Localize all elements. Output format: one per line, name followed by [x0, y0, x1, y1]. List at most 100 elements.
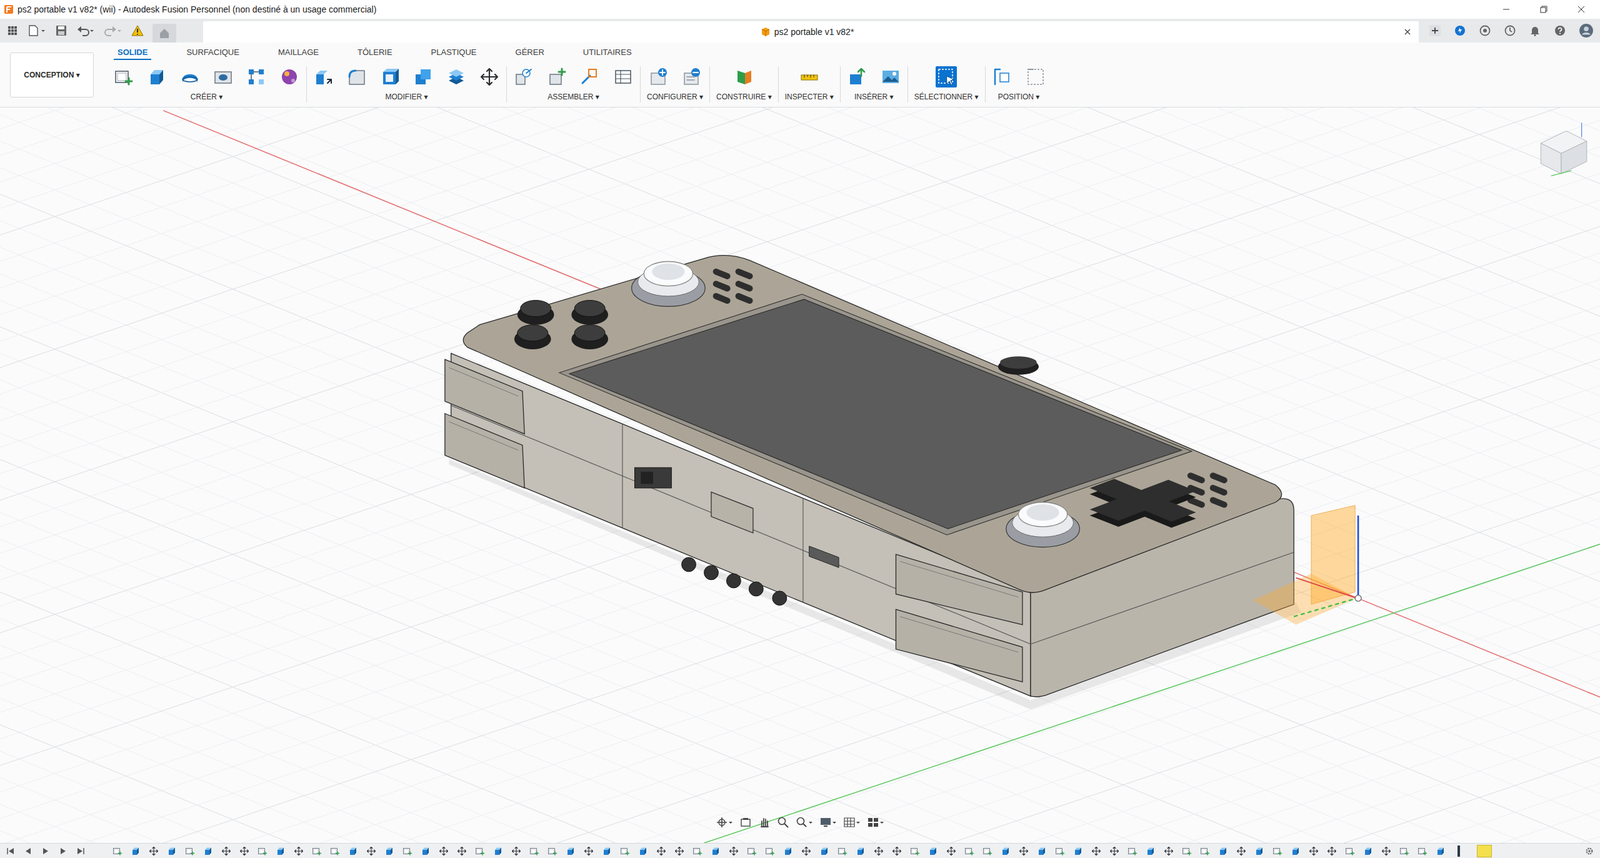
clock-icon[interactable] — [1503, 24, 1517, 37]
group-label[interactable]: INSPECTER ▾ — [785, 92, 834, 102]
extrude-feature-icon[interactable] — [1363, 846, 1374, 857]
move-feature-icon[interactable] — [873, 846, 884, 857]
tool-button[interactable] — [212, 66, 234, 88]
move-feature-icon[interactable] — [1308, 846, 1319, 857]
current-feature[interactable] — [1476, 845, 1492, 858]
tool-button[interactable] — [648, 66, 670, 88]
go-to-end-icon[interactable] — [76, 846, 85, 856]
fit-icon[interactable] — [795, 816, 814, 829]
restore-button[interactable] — [1525, 0, 1563, 19]
sketch-feature-icon[interactable] — [765, 846, 775, 857]
sketch-feature-icon[interactable] — [330, 846, 340, 857]
move-feature-icon[interactable] — [674, 846, 685, 857]
extrude-feature-icon[interactable] — [493, 846, 504, 857]
sketch-feature-icon[interactable] — [1181, 846, 1192, 857]
extrude-feature-icon[interactable] — [1073, 846, 1084, 857]
group-label[interactable]: ASSEMBLER ▾ — [547, 92, 600, 102]
sketch-feature-icon[interactable] — [1417, 846, 1428, 857]
timeline-settings-icon[interactable] — [1585, 846, 1594, 856]
console-model[interactable] — [445, 255, 1302, 710]
group-label[interactable]: MODIFIER ▾ — [385, 92, 428, 102]
group-label[interactable]: CONSTRUIRE ▾ — [716, 92, 772, 102]
origin-planes[interactable] — [1253, 505, 1362, 625]
move-feature-icon[interactable] — [1109, 846, 1120, 857]
sketch-feature-icon[interactable] — [964, 846, 975, 857]
redo-icon[interactable] — [103, 24, 123, 37]
sketch-feature-icon[interactable] — [529, 846, 540, 857]
look-at-icon[interactable] — [739, 816, 752, 829]
group-label[interactable]: SÉLECTIONNER ▾ — [914, 92, 979, 102]
menu-button[interactable] — [998, 356, 1039, 375]
sketch-feature-icon[interactable] — [692, 846, 703, 857]
move-feature-icon[interactable] — [1381, 846, 1392, 857]
sketch-feature-icon[interactable] — [746, 846, 757, 857]
face-button[interactable] — [514, 325, 552, 350]
sketch-feature-icon[interactable] — [982, 846, 993, 857]
job-status-icon[interactable] — [1478, 24, 1492, 37]
notifications-icon[interactable] — [1528, 24, 1542, 37]
model-canvas[interactable] — [0, 107, 1600, 844]
move-feature-icon[interactable] — [366, 846, 377, 857]
file-menu-icon[interactable] — [27, 24, 47, 37]
ribbon-tab[interactable]: PLASTIQUE — [427, 47, 481, 60]
workspace-dropdown[interactable]: CONCEPTION ▾ — [10, 52, 94, 98]
play-icon[interactable] — [41, 846, 50, 856]
extrude-feature-icon[interactable] — [1290, 846, 1301, 857]
extrude-feature-icon[interactable] — [166, 846, 177, 857]
zoom-icon[interactable] — [776, 816, 790, 829]
extrude-feature-icon[interactable] — [819, 846, 830, 857]
grid-settings-icon[interactable] — [843, 816, 861, 829]
document-tab[interactable]: ps2 portable v1 v82* — [203, 21, 1419, 43]
viewports-icon[interactable] — [866, 816, 885, 829]
close-button[interactable] — [1562, 0, 1600, 19]
move-feature-icon[interactable] — [511, 846, 522, 857]
sketch-feature-icon[interactable] — [257, 846, 268, 857]
extrude-feature-icon[interactable] — [855, 846, 866, 857]
go-to-start-icon[interactable] — [6, 846, 15, 856]
sketch-feature-icon[interactable] — [620, 846, 630, 857]
group-label[interactable]: CONFIGURER ▾ — [646, 92, 704, 102]
extrude-feature-icon[interactable] — [1145, 846, 1156, 857]
tool-button[interactable] — [546, 66, 568, 88]
ribbon-tab[interactable]: SOLIDE — [113, 47, 152, 60]
tool-button[interactable] — [379, 66, 401, 88]
sketch-feature-icon[interactable] — [837, 846, 848, 857]
save-icon[interactable] — [55, 24, 68, 37]
sketch-feature-icon[interactable] — [910, 846, 920, 857]
sketch-feature-icon[interactable] — [547, 846, 558, 857]
home-tab[interactable] — [152, 23, 177, 43]
tool-button[interactable] — [612, 66, 634, 88]
extrude-feature-icon[interactable] — [565, 846, 576, 857]
help-icon[interactable] — [1553, 24, 1567, 37]
display-settings-icon[interactable] — [819, 816, 837, 829]
move-feature-icon[interactable] — [801, 846, 812, 857]
group-label[interactable]: POSITION ▾ — [998, 92, 1040, 102]
sketch-feature-icon[interactable] — [1127, 846, 1138, 857]
group-label[interactable]: CRÉER ▾ — [190, 92, 223, 102]
ribbon-tab[interactable]: SURFACIQUE — [182, 47, 244, 60]
tool-button[interactable] — [991, 66, 1014, 88]
orbit-icon[interactable] — [715, 816, 734, 829]
new-tab-icon[interactable] — [1428, 24, 1442, 37]
extrude-feature-icon[interactable] — [1218, 846, 1229, 857]
sketch-feature-icon[interactable] — [112, 846, 123, 857]
tool-button[interactable] — [313, 66, 335, 88]
sketch-feature-icon[interactable] — [475, 846, 485, 857]
sketch-feature-icon[interactable] — [1272, 846, 1283, 857]
sketch-feature-icon[interactable] — [402, 846, 413, 857]
d-pad[interactable] — [1090, 478, 1197, 528]
step-forward-icon[interactable] — [58, 846, 68, 856]
sketch-feature-icon[interactable] — [311, 846, 322, 857]
tool-button[interactable] — [935, 66, 957, 88]
sketch-feature-icon[interactable] — [1399, 846, 1410, 857]
sketch-feature-icon[interactable] — [185, 846, 195, 857]
ribbon-tab[interactable]: TÔLERIE — [353, 47, 397, 60]
extrude-feature-icon[interactable] — [783, 846, 794, 857]
app-grid-icon[interactable] — [6, 24, 19, 37]
analog-stick[interactable] — [1006, 502, 1080, 548]
view-cube[interactable] — [1540, 122, 1587, 176]
extrude-feature-icon[interactable] — [420, 846, 431, 857]
user-avatar-icon[interactable] — [1578, 23, 1594, 39]
tool-button[interactable] — [1025, 66, 1047, 88]
move-feature-icon[interactable] — [946, 846, 957, 857]
